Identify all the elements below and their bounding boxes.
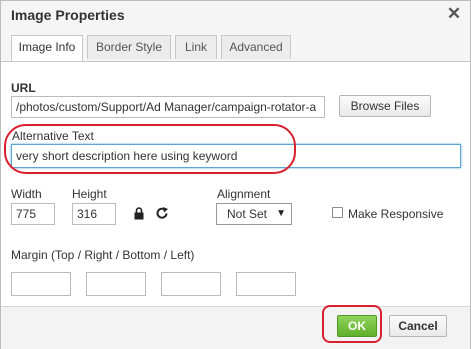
width-label: Width (11, 187, 42, 201)
dialog-titlebar: Image Properties ✕ (1, 1, 470, 30)
alignment-select-value: Not Set (227, 207, 268, 221)
chevron-down-icon: ▼ (276, 208, 286, 219)
tab-link[interactable]: Link (175, 35, 217, 59)
reset-size-icon[interactable] (156, 206, 169, 220)
url-label: URL (11, 81, 36, 95)
tab-image-info[interactable]: Image Info (11, 35, 83, 61)
dialog-title: Image Properties (11, 7, 125, 23)
url-input[interactable]: /photos/custom/Support/Ad Manager/campai… (11, 96, 325, 118)
margin-bottom-input[interactable] (161, 272, 221, 296)
lock-icon[interactable] (133, 207, 145, 220)
tab-border-style[interactable]: Border Style (87, 35, 171, 59)
height-label: Height (72, 187, 107, 201)
margin-right-input[interactable] (86, 272, 146, 296)
cancel-button[interactable]: Cancel (389, 315, 447, 337)
height-input[interactable]: 316 (72, 203, 116, 225)
make-responsive-checkbox[interactable] (332, 207, 343, 218)
width-input[interactable]: 775 (11, 203, 55, 225)
alignment-select[interactable]: Not Set ▼ (216, 203, 292, 225)
close-icon[interactable]: ✕ (445, 4, 463, 24)
alignment-label: Alignment (217, 187, 271, 201)
image-properties-dialog: Image Properties ✕ Image Info Border Sty… (0, 0, 471, 349)
margin-top-input[interactable] (11, 272, 71, 296)
margin-left-input[interactable] (236, 272, 296, 296)
tab-advanced[interactable]: Advanced (221, 35, 291, 59)
annotation-ellipse-alt-text (4, 124, 296, 174)
browse-files-button[interactable]: Browse Files (339, 95, 431, 117)
margin-label: Margin (Top / Right / Bottom / Left) (11, 248, 195, 262)
tab-bar: Image Info Border Style Link Advanced (1, 29, 470, 62)
make-responsive-label: Make Responsive (348, 207, 444, 221)
ok-button[interactable]: OK (337, 315, 377, 337)
